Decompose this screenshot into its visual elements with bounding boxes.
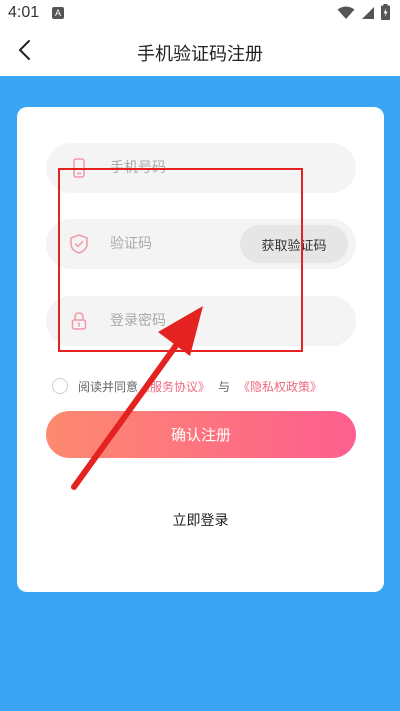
- phone-input[interactable]: [110, 143, 280, 193]
- lock-icon: [68, 310, 90, 332]
- password-input[interactable]: [110, 296, 280, 346]
- code-field: 获取验证码: [46, 219, 356, 269]
- phone-icon: [68, 157, 90, 179]
- agreement-prefix: 阅读并同意: [78, 379, 139, 394]
- status-time: 4:01: [8, 4, 40, 21]
- battery-icon: [381, 4, 390, 24]
- status-icons: [337, 4, 390, 24]
- privacy-policy-link[interactable]: 《隐私权政策》: [238, 378, 322, 395]
- notification-app-icon: A: [52, 7, 64, 19]
- agreement-row: 阅读并同意 《服务协议》 与 《隐私权政策》: [52, 375, 322, 397]
- verification-code-input[interactable]: [110, 219, 250, 269]
- agreement-checkbox[interactable]: [52, 378, 68, 394]
- register-card: 获取验证码 阅读并同意 《服务协议》 与 《隐私权政策》 确认注册 立即登录: [17, 107, 384, 592]
- page-title: 手机验证码注册: [137, 44, 263, 65]
- get-code-button[interactable]: 获取验证码: [240, 225, 348, 263]
- app-header: 手机验证码注册: [0, 28, 400, 76]
- login-now-link[interactable]: 立即登录: [17, 510, 384, 530]
- wifi-icon: [337, 5, 355, 24]
- signal-icon: [361, 5, 375, 24]
- confirm-register-button[interactable]: 确认注册: [46, 411, 356, 458]
- password-field: [46, 296, 356, 346]
- status-bar: 4:01 A: [0, 0, 400, 28]
- phone-field: [46, 143, 356, 193]
- service-agreement-link[interactable]: 《服务协议》: [138, 378, 210, 395]
- shield-check-icon: [68, 233, 90, 255]
- agreement-and: 与: [218, 379, 231, 394]
